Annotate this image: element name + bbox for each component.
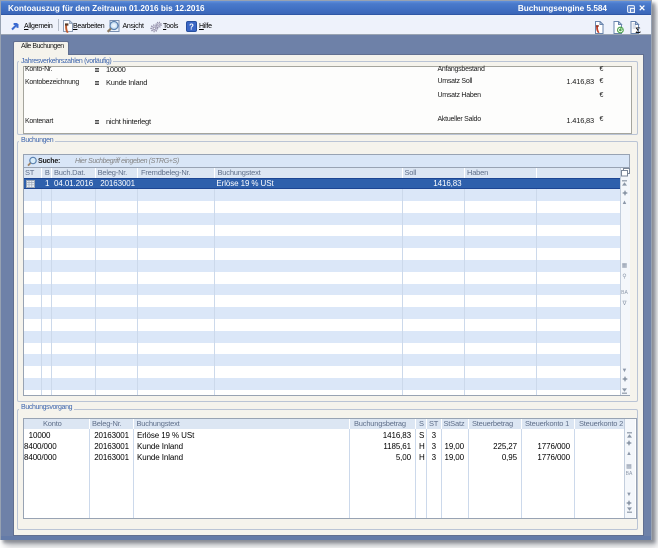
svg-text:Σ: Σ bbox=[635, 25, 641, 34]
svg-text:?: ? bbox=[189, 22, 194, 31]
